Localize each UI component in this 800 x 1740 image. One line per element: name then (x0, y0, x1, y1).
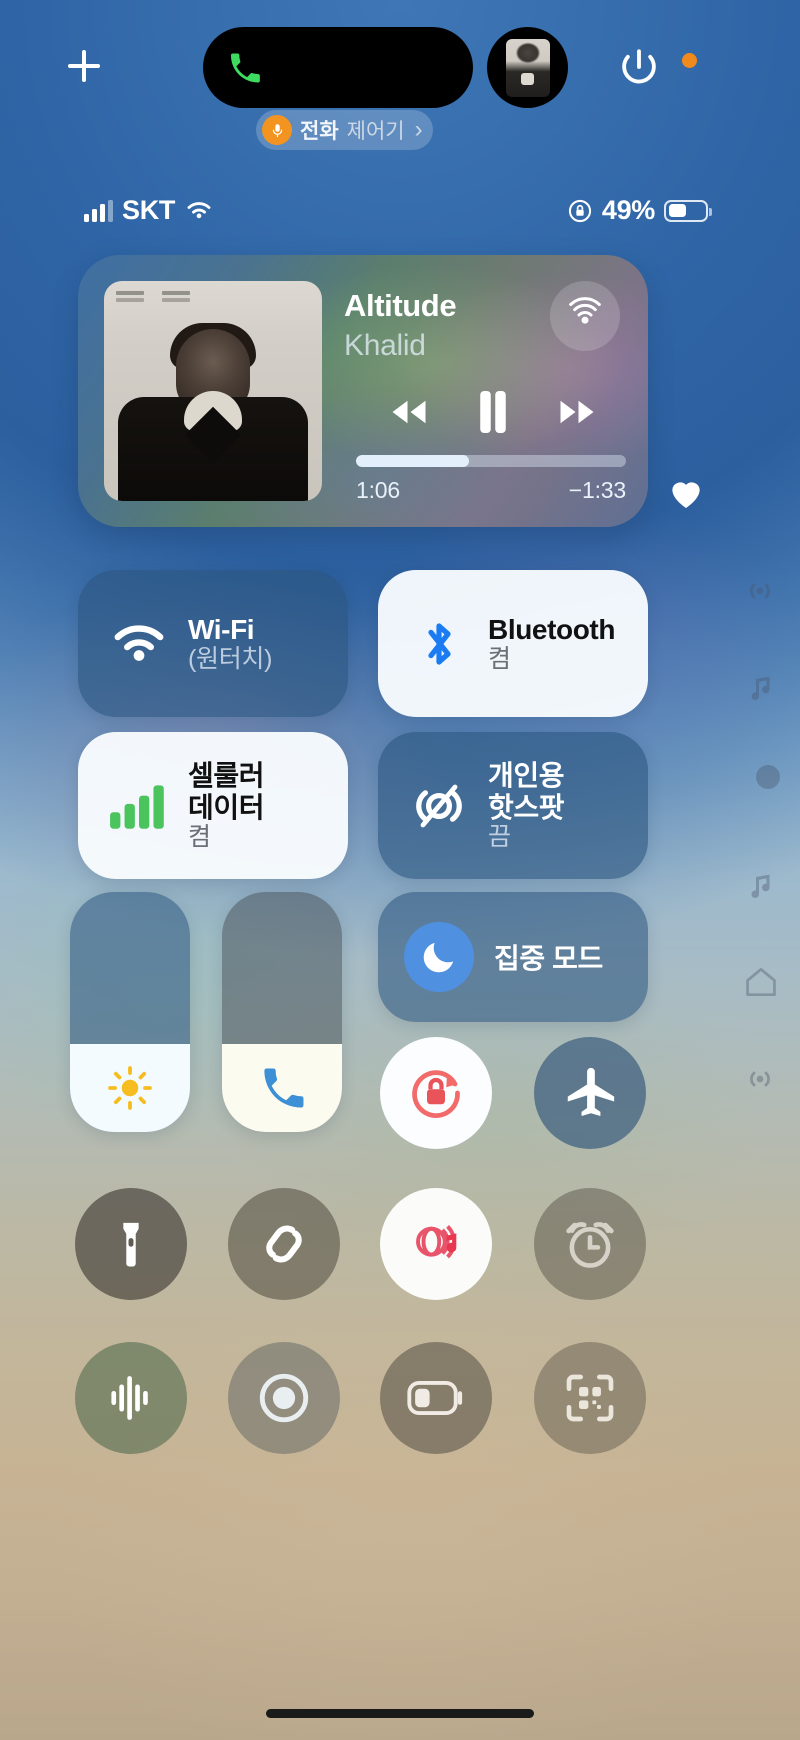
home-indicator[interactable] (266, 1709, 534, 1718)
airplay-edge-icon-2 (750, 1071, 770, 1087)
media-info: Altitude Khalid 1:06 −1:33 (344, 255, 648, 527)
avatar-photo (505, 38, 550, 97)
bluetooth-icon (408, 616, 470, 672)
home-edge-icon (746, 967, 776, 997)
pause-icon[interactable] (462, 389, 524, 435)
battery-icon (664, 199, 712, 222)
power-icon[interactable] (618, 46, 660, 88)
focus-mode-label: 집중 모드 (494, 943, 603, 974)
album-artwork[interactable] (104, 281, 322, 501)
battery-percent: 49% (601, 195, 655, 225)
toggle-cellular-data-state: 켬 (188, 822, 211, 851)
open-qr-code-scanner[interactable] (534, 1342, 646, 1454)
music-note-edge-icon (751, 676, 770, 700)
open-shazam[interactable] (228, 1188, 340, 1300)
toggle-personal-hotspot-label: 개인용 핫스팟 끔 (488, 760, 564, 851)
elapsed-time: 1:06 (356, 477, 400, 503)
album-artwork-text (116, 291, 190, 295)
top-system-bar: 전화 제어기 › (0, 0, 800, 178)
cellular-bars-icon (108, 783, 170, 829)
brightness-icon (108, 1066, 152, 1110)
toggle-wifi-label: Wi-Fi (원터치) (188, 614, 272, 673)
chevron-right-icon: › (414, 116, 423, 143)
toggle-cellular-data-label: 셀룰러 데이터 켬 (188, 760, 264, 851)
toggle-cellular-data[interactable]: 셀룰러 데이터 켬 (78, 732, 348, 879)
phone-icon (264, 1068, 304, 1108)
open-alarm[interactable] (534, 1188, 646, 1300)
toggle-cellular-data-name-2: 데이터 (188, 791, 265, 823)
toggle-airplane-mode[interactable] (534, 1037, 646, 1149)
toggle-focus-mode[interactable]: 집중 모드 (378, 892, 648, 1022)
toggle-flashlight[interactable] (75, 1188, 187, 1300)
toggle-bluetooth-state: 켬 (488, 645, 511, 674)
toggle-bluetooth-name: Bluetooth (488, 613, 616, 645)
playback-progress-fill (356, 455, 470, 467)
microphone-icon (262, 115, 292, 145)
phone-icon (230, 53, 260, 82)
toggle-wifi-name: Wi-Fi (188, 613, 255, 645)
airplay-edge-icon (750, 583, 770, 599)
toggle-bluetooth[interactable]: Bluetooth 켬 (378, 570, 648, 717)
brightness-slider[interactable] (70, 892, 190, 1132)
phone-pill-sublabel: 제어기 (346, 120, 405, 143)
airplay-icon[interactable] (550, 281, 620, 351)
toggle-rotation-lock[interactable] (380, 1037, 492, 1149)
media-transport-controls (378, 389, 608, 435)
dot-edge-icon (756, 765, 780, 789)
rotation-lock-icon (568, 199, 591, 222)
music-note-edge-icon-2 (751, 874, 770, 898)
toggle-apple-music-sing[interactable] (380, 1188, 492, 1300)
album-artwork-figure (104, 323, 322, 501)
carrier-name: SKT (122, 195, 176, 225)
phone-controls-pill[interactable]: 전화 제어기 › (256, 110, 433, 150)
wifi-icon (108, 621, 170, 667)
toggle-low-power-mode[interactable] (380, 1342, 492, 1454)
hotspot-off-icon (408, 782, 470, 830)
dynamic-island-call[interactable] (203, 27, 473, 108)
phone-pill-label: 전화 (300, 120, 339, 143)
toggle-personal-hotspot[interactable]: 개인용 핫스팟 끔 (378, 732, 648, 879)
brightness-slider-fill (70, 1044, 190, 1132)
open-voice-memos[interactable] (75, 1342, 187, 1454)
playback-progress-slider[interactable] (356, 455, 626, 467)
rewind-icon[interactable] (378, 389, 440, 435)
status-bar-left: SKT (84, 195, 214, 226)
toggle-screen-recording[interactable] (228, 1342, 340, 1454)
caller-avatar[interactable] (487, 27, 568, 108)
volume-slider-fill (222, 1044, 342, 1132)
status-bar: SKT 49% (0, 195, 800, 239)
wifi-icon (187, 202, 211, 219)
toggle-wifi-state: (원터치) (188, 645, 273, 674)
toggle-wifi[interactable]: Wi-Fi (원터치) (78, 570, 348, 717)
toggle-hotspot-name-1: 개인용 (488, 760, 565, 792)
toggle-bluetooth-label: Bluetooth 켬 (488, 614, 615, 673)
volume-slider[interactable] (222, 892, 342, 1132)
toggle-hotspot-name-2: 핫스팟 (488, 791, 565, 823)
now-playing-widget[interactable]: Altitude Khalid 1:06 −1:33 (78, 255, 648, 527)
cellular-signal-bars-icon (84, 199, 113, 222)
fast-forward-icon[interactable] (546, 389, 608, 435)
status-bar-right: 49% (567, 195, 712, 226)
track-title: Altitude (344, 288, 457, 323)
microphone-in-use-indicator (682, 53, 697, 68)
toggle-cellular-data-name-1: 셀룰러 (188, 760, 265, 792)
add-control-button[interactable] (62, 44, 106, 88)
playback-times: 1:06 −1:33 (356, 477, 626, 504)
heart-icon[interactable] (666, 473, 706, 513)
moon-icon (404, 922, 474, 992)
track-artist: Khalid (344, 329, 426, 362)
remaining-time: −1:33 (568, 477, 626, 503)
toggle-hotspot-state: 끔 (488, 822, 511, 851)
